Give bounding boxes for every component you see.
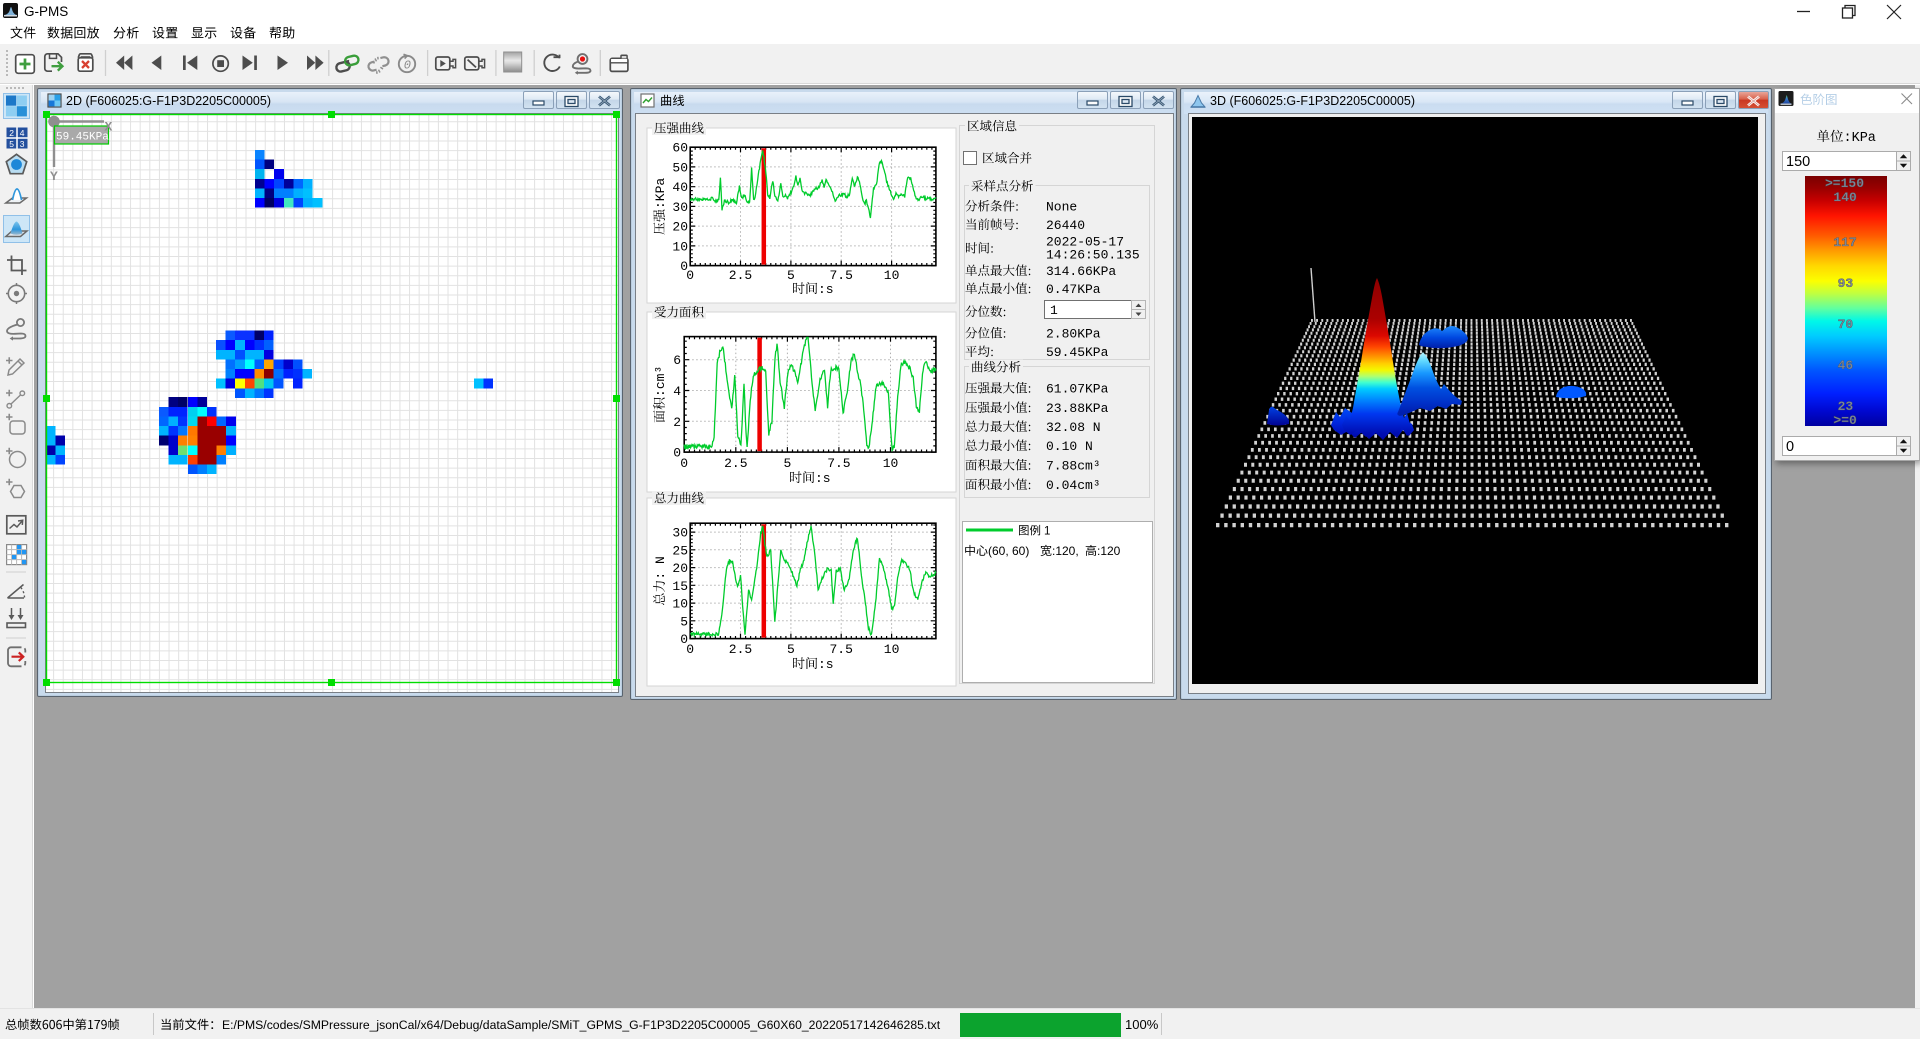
svg-text:0.47KPa: 0.47KPa	[1046, 282, 1101, 297]
svg-text:59.45KPa: 59.45KPa	[1046, 345, 1109, 360]
svg-text:26440: 26440	[1046, 218, 1085, 233]
svg-text:59.45KPa: 59.45KPa	[56, 132, 109, 144]
svg-text:140: 140	[1833, 190, 1857, 205]
svg-text:4: 4	[673, 384, 681, 399]
svg-text:>=0: >=0	[1833, 413, 1857, 428]
svg-text:7.5: 7.5	[827, 456, 850, 471]
svg-text:X: X	[105, 120, 113, 135]
svg-text:3: 3	[20, 139, 25, 149]
svg-text:5: 5	[680, 614, 688, 629]
svg-text:Y: Y	[50, 169, 58, 184]
svg-text:100%: 100%	[1125, 1017, 1159, 1032]
svg-text:150: 150	[1786, 154, 1810, 170]
svg-text:E:/PMS/codes/SMPressure_jsonCa: E:/PMS/codes/SMPressure_jsonCal/x64/Debu…	[222, 1018, 941, 1032]
svg-text::KPa: :KPa	[653, 178, 668, 209]
svg-text:10: 10	[672, 597, 688, 612]
svg-text:5: 5	[9, 139, 14, 149]
svg-text::s: :s	[818, 282, 834, 297]
svg-text:>=150: >=150	[1825, 176, 1864, 191]
svg-text:10: 10	[883, 456, 899, 471]
svg-text:4: 4	[20, 128, 25, 138]
svg-text:20: 20	[672, 561, 688, 576]
svg-text:40: 40	[672, 180, 688, 195]
svg-text:0.04cm³: 0.04cm³	[1046, 478, 1101, 493]
svg-text:5: 5	[784, 456, 792, 471]
svg-text::KPa: :KPa	[1844, 131, 1876, 146]
svg-text:2: 2	[9, 128, 14, 138]
svg-text:10: 10	[672, 239, 688, 254]
svg-text:0: 0	[680, 456, 688, 471]
svg-text:25: 25	[672, 543, 688, 558]
svg-text:10: 10	[884, 268, 900, 283]
svg-text::s: :s	[815, 471, 831, 486]
svg-text:2.5: 2.5	[729, 268, 752, 283]
svg-text::120,: :120,	[1052, 544, 1079, 558]
svg-text:3D (F606025:G-F1P3D2205C00005): 3D (F606025:G-F1P3D2205C00005)	[1210, 94, 1415, 108]
svg-text:70: 70	[1838, 317, 1854, 332]
svg-text:30: 30	[672, 526, 688, 541]
svg-text:(60, 60): (60, 60)	[988, 544, 1029, 558]
svg-text:23.88KPa: 23.88KPa	[1046, 401, 1109, 416]
svg-text:60: 60	[672, 141, 688, 156]
svg-text:314.66KPa: 314.66KPa	[1046, 264, 1116, 279]
svg-text:50: 50	[672, 160, 688, 175]
svg-text:0: 0	[686, 268, 694, 283]
svg-text:0: 0	[404, 59, 411, 73]
svg-text:None: None	[1046, 200, 1077, 215]
svg-text:0: 0	[686, 642, 694, 657]
svg-text::cm³: :cm³	[653, 366, 668, 397]
svg-text::s: :s	[818, 657, 834, 672]
svg-text:2.80KPa: 2.80KPa	[1046, 327, 1101, 342]
svg-text:23: 23	[1838, 399, 1854, 414]
svg-text:1: 1	[1050, 303, 1058, 318]
svg-text:2: 2	[673, 415, 681, 430]
svg-text:30: 30	[672, 200, 688, 215]
svg-text:7.88cm³: 7.88cm³	[1046, 459, 1101, 474]
svg-text:5: 5	[787, 642, 795, 657]
svg-text:0.10 N: 0.10 N	[1046, 439, 1093, 454]
svg-text:2D (F606025:G-F1P3D2205C00005): 2D (F606025:G-F1P3D2205C00005)	[66, 94, 271, 108]
svg-text:20: 20	[672, 220, 688, 235]
svg-text:: N: : N	[653, 556, 668, 579]
svg-text:0: 0	[1786, 439, 1794, 455]
svg-text:61.07KPa: 61.07KPa	[1046, 382, 1109, 397]
svg-text:5: 5	[787, 268, 795, 283]
svg-text::120: :120	[1097, 544, 1121, 558]
svg-text:6: 6	[673, 353, 681, 368]
svg-text:32.08 N: 32.08 N	[1046, 420, 1101, 435]
svg-text:10: 10	[884, 642, 900, 657]
svg-text:2.5: 2.5	[729, 642, 752, 657]
svg-text:2.5: 2.5	[724, 456, 747, 471]
svg-text:15: 15	[672, 579, 688, 594]
svg-text:14:26:50.135: 14:26:50.135	[1046, 248, 1140, 263]
svg-text:1: 1	[1044, 526, 1050, 538]
svg-text:93: 93	[1838, 276, 1854, 291]
svg-text:7.5: 7.5	[830, 268, 853, 283]
svg-text:G-PMS: G-PMS	[24, 4, 68, 19]
svg-text:46: 46	[1838, 358, 1854, 373]
svg-text:117: 117	[1833, 235, 1856, 250]
svg-text:7.5: 7.5	[830, 642, 853, 657]
